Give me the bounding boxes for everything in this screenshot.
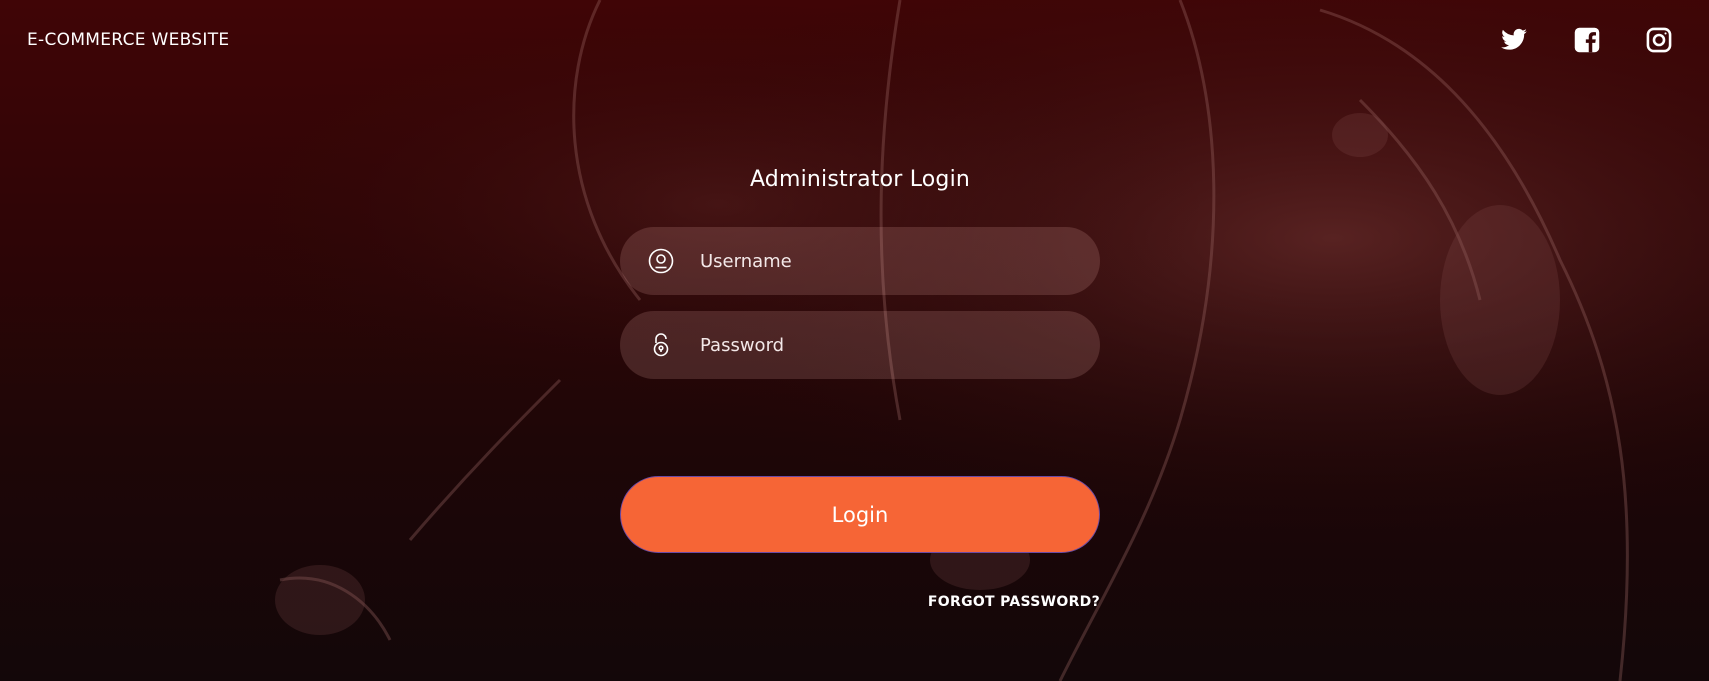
username-field[interactable] <box>620 227 1100 295</box>
forgot-password-link[interactable]: FORGOT PASSWORD? <box>928 594 1100 610</box>
login-button[interactable]: Login <box>620 476 1100 553</box>
password-field[interactable] <box>620 311 1100 379</box>
site-brand[interactable]: E-COMMERCE WEBSITE <box>27 30 229 50</box>
username-input[interactable] <box>698 240 1076 282</box>
twitter-icon[interactable] <box>1500 26 1528 54</box>
login-form: Administrator Login Login FORGOT PASSWOR… <box>620 160 1100 610</box>
facebook-icon[interactable] <box>1573 26 1601 54</box>
unlock-icon <box>648 332 674 358</box>
user-icon <box>648 248 674 274</box>
password-input[interactable] <box>698 324 1076 366</box>
login-title: Administrator Login <box>749 167 971 192</box>
instagram-icon[interactable] <box>1645 26 1673 54</box>
